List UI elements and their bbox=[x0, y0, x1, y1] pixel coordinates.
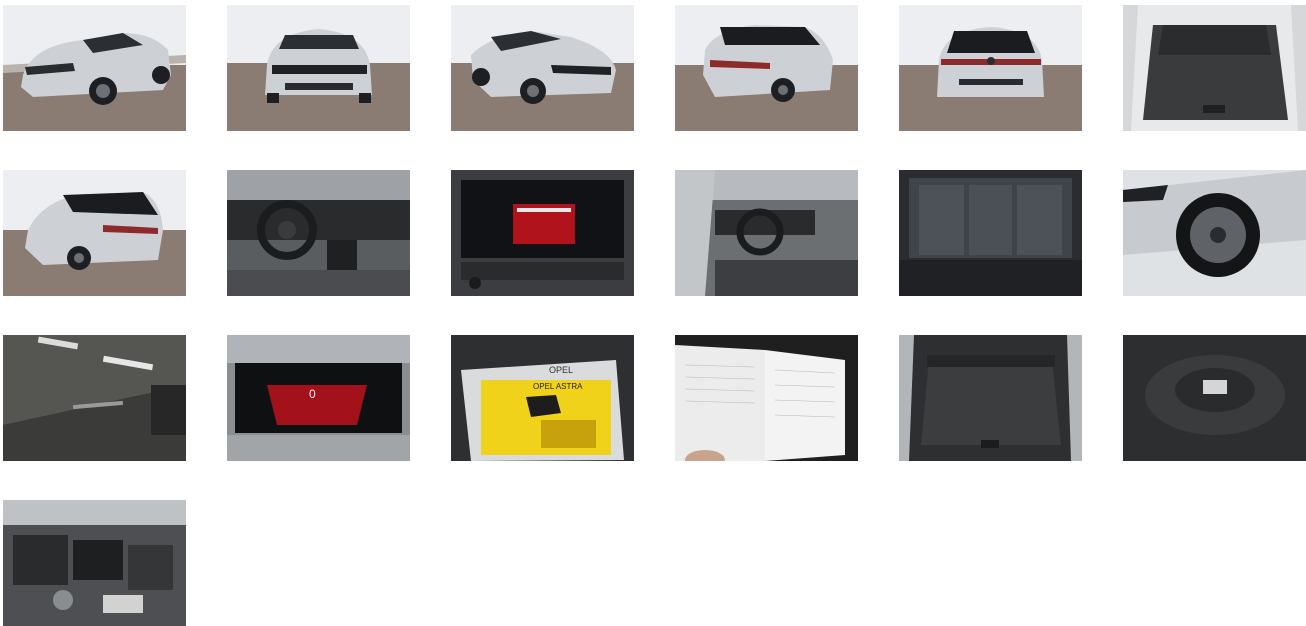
cluster-speed-readout: 0 bbox=[309, 387, 316, 401]
photo-thumbnail-rear-seats[interactable] bbox=[899, 170, 1082, 296]
photo-thumbnail-engine-bay[interactable] bbox=[3, 500, 186, 626]
photo-thumbnail-exterior-rear[interactable] bbox=[899, 5, 1082, 131]
photo-thumbnail-spare-wheel-well[interactable] bbox=[1123, 335, 1306, 461]
photo-thumbnail-cargo-area-open[interactable] bbox=[1123, 5, 1306, 131]
photo-thumbnail-service-booklet[interactable] bbox=[675, 335, 858, 461]
photo-thumbnail-exterior-front-left[interactable] bbox=[3, 5, 186, 131]
manual-brand-text: OPEL bbox=[549, 365, 573, 375]
photo-gallery: 0 OPEL OPEL ASTRA bbox=[0, 0, 1306, 626]
photo-thumbnail-exterior-rear-left[interactable] bbox=[3, 170, 186, 296]
photo-thumbnail-exterior-rear-right[interactable] bbox=[675, 5, 858, 131]
manual-model-text: OPEL ASTRA bbox=[533, 382, 583, 391]
photo-thumbnail-wheel-and-headlight[interactable] bbox=[1123, 170, 1306, 296]
photo-thumbnail-exterior-front[interactable] bbox=[227, 5, 410, 131]
photo-thumbnail-cargo-area-cover[interactable] bbox=[899, 335, 1082, 461]
photo-thumbnail-owners-manual-and-key[interactable]: OPEL OPEL ASTRA bbox=[451, 335, 634, 461]
photo-thumbnail-infotainment-screen[interactable] bbox=[451, 170, 634, 296]
photo-thumbnail-exterior-front-right[interactable] bbox=[451, 5, 634, 131]
photo-thumbnail-digital-instrument-cluster[interactable]: 0 bbox=[227, 335, 410, 461]
photo-thumbnail-cockpit-steering-wheel[interactable] bbox=[227, 170, 410, 296]
photo-thumbnail-windshield-badge[interactable] bbox=[3, 335, 186, 461]
photo-thumbnail-cockpit-from-door[interactable] bbox=[675, 170, 858, 296]
